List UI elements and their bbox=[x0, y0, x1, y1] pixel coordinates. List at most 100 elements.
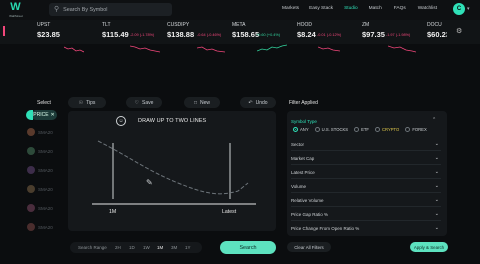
chevron-up-icon[interactable]: ⌃ bbox=[432, 117, 436, 123]
pill-accent bbox=[26, 110, 33, 120]
ticker-symbol: CUSDIPY bbox=[167, 22, 190, 28]
filter-row-volume[interactable]: Volume ⌄ bbox=[291, 182, 441, 193]
range-option-3m[interactable]: 3M bbox=[171, 245, 177, 250]
list-item-label: SMA20 bbox=[38, 149, 53, 154]
x-axis-start-label: 1M bbox=[109, 209, 117, 215]
avatar[interactable]: C bbox=[453, 3, 465, 15]
sparkline-chart bbox=[197, 46, 225, 53]
apply-and-search-button[interactable]: Apply & Search bbox=[410, 242, 448, 252]
search-icon: ⚲ bbox=[54, 6, 60, 13]
chevron-down-icon: ⌄ bbox=[434, 155, 439, 161]
nav-link-match[interactable]: Match bbox=[369, 6, 382, 14]
radio-label: U.S. STOCKS bbox=[321, 127, 349, 132]
ticker-item[interactable]: META $158.65 +0.60 (+0.4%) bbox=[232, 22, 292, 42]
ticker-item[interactable]: DOCU $60.23 bbox=[427, 22, 447, 42]
filter-row-market-cap[interactable]: Market Cap ⌄ bbox=[291, 154, 441, 165]
ticker-item[interactable]: TLT $115.49 -2.09 (-1.78%) bbox=[102, 22, 162, 42]
sparkline-chart bbox=[318, 46, 340, 52]
gear-icon[interactable]: ⚙ bbox=[456, 27, 462, 35]
range-option-1w[interactable]: 1W bbox=[143, 245, 150, 250]
chevron-down-icon: ⌄ bbox=[434, 169, 439, 175]
list-item[interactable]: SMA20 bbox=[27, 204, 59, 214]
ticker-symbol: UPST bbox=[37, 22, 51, 28]
drawn-line bbox=[97, 140, 249, 195]
search-box[interactable]: ⚲ bbox=[49, 3, 172, 16]
nav-link-faqs[interactable]: FAQs bbox=[394, 6, 406, 14]
nav-link-watchlist[interactable]: Watchlist bbox=[418, 6, 437, 14]
filter-row-label: Price Change From Open Ratio % bbox=[291, 226, 360, 231]
ticker-symbol: DOCU bbox=[427, 22, 442, 28]
nav-link-studio[interactable]: Studio bbox=[344, 6, 358, 14]
radio-etf[interactable]: ETF bbox=[354, 127, 369, 132]
nav-links: Markets Easy Stack Studio Match FAQs Wat… bbox=[282, 6, 437, 14]
selected-indicator-pill[interactable]: PRICE ✕ bbox=[26, 110, 57, 120]
range-option-1d[interactable]: 1D bbox=[129, 245, 135, 250]
search-button[interactable]: Search bbox=[220, 241, 276, 254]
ticker-price: $23.85 bbox=[37, 30, 60, 39]
ticker-item[interactable]: CUSDIPY $138.88 -0.64 (-0.46%) bbox=[167, 22, 227, 42]
indicator-color-dot bbox=[27, 204, 35, 212]
close-icon[interactable]: ✕ bbox=[51, 112, 55, 118]
filter-row-label: Volume bbox=[291, 184, 307, 189]
ticker-item[interactable]: ZM $97.35 -1.97 (-1.98%) bbox=[362, 22, 422, 42]
range-option-2h[interactable]: 2H bbox=[115, 245, 121, 250]
filter-applied-heading: Filter Applied bbox=[289, 100, 318, 106]
tips-button[interactable]: ☉ Tips bbox=[68, 97, 106, 108]
filter-row-price-gap-ratio[interactable]: Price Gap Ratio % ⌄ bbox=[291, 210, 441, 221]
ticker-change: +0.60 (+0.4%) bbox=[256, 33, 281, 37]
radio-us-stocks[interactable]: U.S. STOCKS bbox=[314, 127, 349, 132]
pencil-icon: ✎ bbox=[146, 178, 153, 187]
radio-forex[interactable]: FOREX bbox=[405, 127, 427, 132]
new-button[interactable]: □ New bbox=[184, 97, 220, 108]
radio-circle bbox=[375, 127, 380, 132]
ticker-edge-marker bbox=[3, 26, 5, 36]
chevron-down-icon: ⌄ bbox=[434, 211, 439, 217]
indicator-color-dot bbox=[27, 166, 35, 174]
filter-row-relative-volume[interactable]: Relative Volume ⌄ bbox=[291, 196, 441, 207]
symbol-type-options: ANY U.S. STOCKS ETF CRYPTO FOREX bbox=[293, 127, 427, 132]
ticker-item[interactable]: UPST $23.85 bbox=[37, 22, 97, 42]
radio-crypto[interactable]: CRYPTO bbox=[375, 127, 399, 132]
list-item[interactable]: SMA20 bbox=[27, 147, 59, 157]
search-input[interactable] bbox=[63, 6, 164, 13]
ticker-price: $138.88 bbox=[167, 30, 195, 39]
filter-row-label: Relative Volume bbox=[291, 198, 324, 203]
list-item[interactable]: SMA20 bbox=[27, 185, 59, 195]
radio-label: ETF bbox=[361, 127, 369, 132]
drawing-area[interactable]: ✎ bbox=[68, 111, 276, 231]
indicator-color-dot bbox=[27, 147, 35, 155]
clear-all-filters-button[interactable]: Clear All Filters bbox=[287, 242, 331, 252]
list-item-label: SMA20 bbox=[38, 225, 53, 230]
filter-row-label: Price Gap Ratio % bbox=[291, 212, 329, 217]
filter-row-price-change-from-open[interactable]: Price Change From Open Ratio % ⌄ bbox=[291, 224, 441, 235]
radio-any[interactable]: ANY bbox=[293, 127, 309, 132]
radio-label: CRYPTO bbox=[382, 127, 400, 132]
sparkline-chart bbox=[64, 46, 84, 53]
list-item[interactable]: SMA20 bbox=[27, 223, 59, 233]
symbol-type-label[interactable]: Symbol Type bbox=[291, 119, 317, 124]
chevron-down-icon[interactable]: ▾ bbox=[467, 6, 470, 12]
radio-circle bbox=[293, 127, 298, 132]
logo[interactable]: W WallStreet bbox=[4, 2, 28, 19]
search-range-label: Search Range bbox=[78, 245, 107, 250]
select-heading: Select bbox=[37, 100, 51, 106]
radio-label: FOREX bbox=[412, 127, 427, 132]
undo-button[interactable]: ↶ Undo bbox=[240, 97, 276, 108]
filter-row-sector[interactable]: Sector ⌄ bbox=[291, 140, 441, 151]
document-icon: □ bbox=[193, 99, 197, 106]
new-button-label: New bbox=[200, 99, 211, 106]
list-item[interactable]: SMA20 bbox=[27, 166, 59, 176]
range-option-1y[interactable]: 1Y bbox=[185, 245, 191, 250]
radio-circle bbox=[405, 127, 411, 132]
nav-link-easy-stack[interactable]: Easy Stack bbox=[309, 6, 333, 14]
ticker-change: -0.64 (-0.46%) bbox=[197, 33, 222, 37]
range-option-1m[interactable]: 1M bbox=[157, 245, 163, 250]
ticker-price: $8.24 bbox=[297, 30, 316, 39]
ticker-symbol: TLT bbox=[102, 22, 111, 28]
ticker-item[interactable]: HOOD $8.24 -0.01 (-0.12%) bbox=[297, 22, 357, 42]
nav-link-markets[interactable]: Markets bbox=[282, 6, 299, 14]
x-axis-end-label: Latest bbox=[222, 209, 237, 215]
save-button[interactable]: ♡ Save bbox=[126, 97, 162, 108]
list-item[interactable]: SMA20 bbox=[27, 128, 59, 138]
filter-row-latest-price[interactable]: Latest Price ⌄ bbox=[291, 168, 441, 179]
